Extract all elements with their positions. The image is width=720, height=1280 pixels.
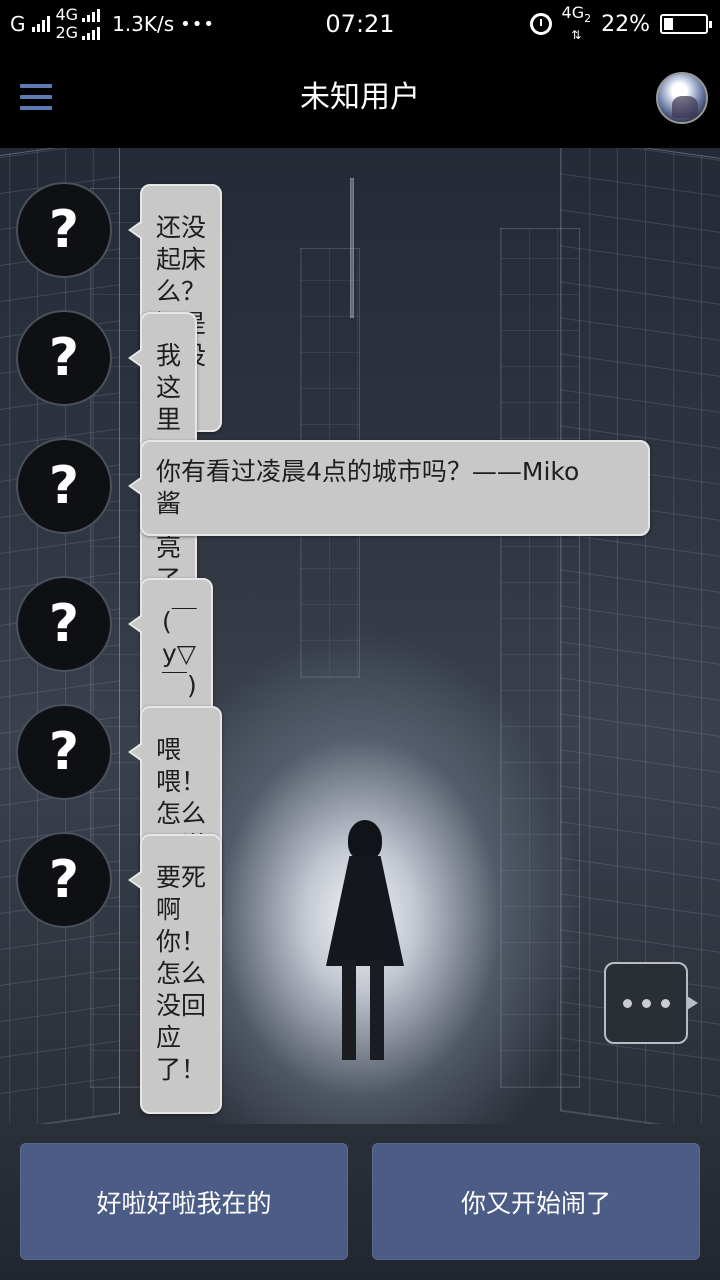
sender-avatar[interactable]: ? <box>16 576 112 672</box>
sim1-label: G <box>10 12 26 36</box>
typing-indicator-icon <box>604 962 698 1044</box>
net-sub: 2 <box>584 12 592 26</box>
alarm-icon <box>529 13 552 35</box>
sim-top-label: 4G <box>55 5 79 24</box>
sender-avatar[interactable]: ? <box>16 182 112 278</box>
message-text-line: 你有看过凌晨4点的城市吗？——Miko <box>156 457 580 486</box>
status-bar: G 4G 2G 1.3K/s ••• 07:21 4G2 ⇅ 22% <box>0 0 720 48</box>
message-bubble[interactable]: 你有看过凌晨4点的城市吗？——Miko 酱 <box>128 440 650 536</box>
sender-avatar[interactable]: ? <box>16 310 112 406</box>
reply-option-2-button[interactable]: 你又开始闹了 <box>372 1143 700 1260</box>
network-speed: 1.3K/s <box>112 12 175 36</box>
background-building <box>500 228 580 1088</box>
silhouette-figure <box>320 820 410 1070</box>
status-right: 4G2 ⇅ 22% <box>529 0 712 48</box>
battery-icon <box>660 14 712 34</box>
net-label: 4G <box>561 2 585 22</box>
reply-bar: 好啦好啦我在的 你又开始闹了 <box>0 1124 720 1280</box>
sim-bottom-label: 2G <box>55 23 79 42</box>
signal-icon <box>82 26 101 40</box>
app-header: 未知用户 <box>0 48 720 148</box>
background-tower <box>350 178 354 318</box>
page-title: 未知用户 <box>300 80 420 115</box>
battery-percent: 22% <box>601 11 650 37</box>
sender-avatar[interactable]: ? <box>16 704 112 800</box>
user-avatar[interactable] <box>656 72 708 124</box>
message-bubble[interactable]: 要死啊你！怎么没回应了！ <box>128 834 222 1114</box>
status-left: G 4G 2G 1.3K/s ••• <box>10 0 215 48</box>
sender-avatar[interactable]: ? <box>16 438 112 534</box>
more-notifications: ••• <box>180 13 216 35</box>
network-type-icon: 4G2 ⇅ <box>561 2 592 43</box>
chat-area[interactable]: ? 还没起床么？还是还没睡？ ? 我这里天都大亮了 ? 你有看过凌晨4点的城市吗… <box>0 148 720 1124</box>
signal-icon <box>31 16 50 32</box>
signal-icon <box>82 8 101 22</box>
dual-sim-signal: 4G 2G <box>56 6 101 42</box>
reply-option-1-button[interactable]: 好啦好啦我在的 <box>20 1143 348 1260</box>
message-text-line: 酱 <box>156 489 182 518</box>
sender-avatar[interactable]: ? <box>16 832 112 928</box>
